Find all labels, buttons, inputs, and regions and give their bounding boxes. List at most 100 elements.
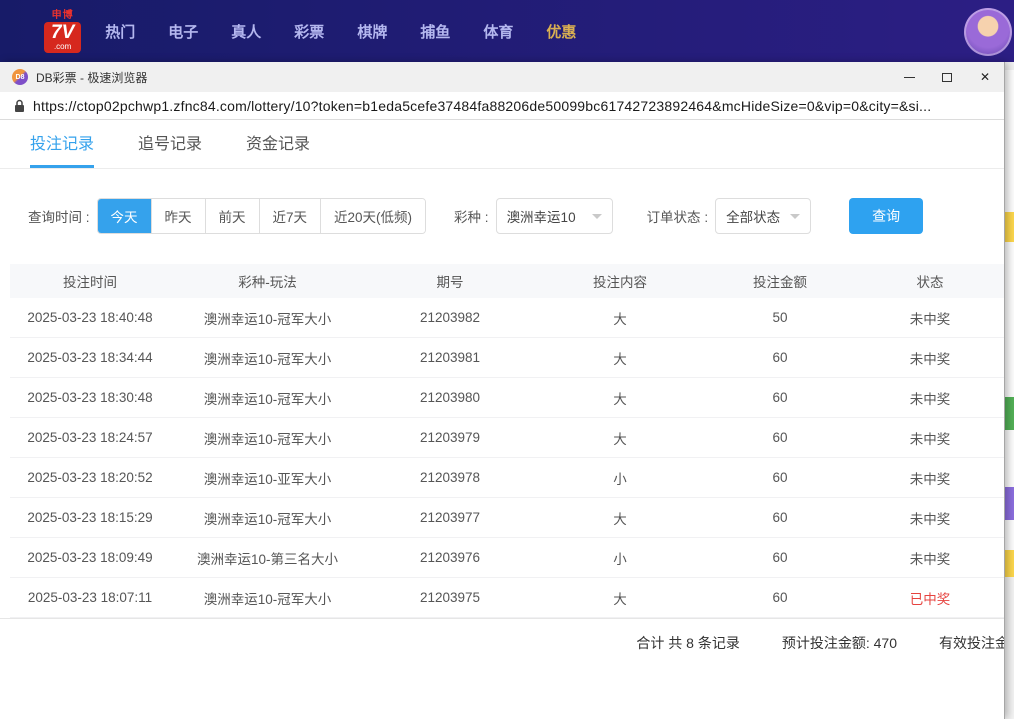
nav-item-2[interactable]: 真人 <box>231 21 261 42</box>
status-cell: 已中奖 <box>855 588 1005 608</box>
chevron-down-icon <box>592 214 602 219</box>
time-filter-option-0[interactable]: 今天 <box>98 199 151 233</box>
order-status-value: 全部状态 <box>726 206 780 226</box>
site-top-nav: 申博 7V .com 热门 电子 真人 彩票 棋牌 捕鱼 体育 优惠 <box>0 0 1014 62</box>
issue-cell: 21203981 <box>365 350 535 365</box>
bet-records-table: 投注时间彩种-玩法期号投注内容投注金额状态 2025-03-23 18:40:4… <box>10 264 1005 618</box>
lottery-filter-label: 彩种 : <box>454 206 489 226</box>
nav-item-3[interactable]: 彩票 <box>294 21 324 42</box>
table-row: 2025-03-23 18:30:48澳洲幸运10-冠军大小21203980大6… <box>10 378 1005 418</box>
content-cell: 大 <box>535 428 705 448</box>
site-favicon-icon: D8 <box>12 69 28 85</box>
status-cell: 未中奖 <box>855 508 1005 528</box>
time-cell: 2025-03-23 18:24:57 <box>10 430 170 445</box>
logo-sub-text: .com <box>51 42 74 51</box>
minimize-button[interactable] <box>890 62 928 92</box>
nav-item-5[interactable]: 捕鱼 <box>420 21 450 42</box>
issue-cell: 21203975 <box>365 590 535 605</box>
amount-cell: 60 <box>705 470 855 485</box>
tab-fund-records[interactable]: 资金记录 <box>246 120 310 168</box>
search-button[interactable]: 查询 <box>849 198 923 234</box>
table-header-row: 投注时间彩种-玩法期号投注内容投注金额状态 <box>10 264 1005 298</box>
lottery-records-page: 投注记录 追号记录 资金记录 查询时间 : 今天昨天前天近7天近20天(低频) … <box>0 120 1004 667</box>
status-cell: 未中奖 <box>855 548 1005 568</box>
content-cell: 小 <box>535 468 705 488</box>
record-tabs: 投注记录 追号记录 资金记录 <box>0 120 1004 169</box>
close-icon: ✕ <box>980 71 990 83</box>
maximize-icon <box>942 73 952 82</box>
lottery-select[interactable]: 澳洲幸运10 <box>496 198 613 234</box>
nav-item-1[interactable]: 电子 <box>168 21 198 42</box>
time-filter-option-2[interactable]: 前天 <box>205 199 259 233</box>
time-filter-label: 查询时间 : <box>28 206 90 226</box>
order-status-label: 订单状态 : <box>647 206 709 226</box>
nav-item-6[interactable]: 体育 <box>483 21 513 42</box>
column-header-2: 期号 <box>365 271 535 291</box>
window-title: DB彩票 - 极速浏览器 <box>36 69 147 86</box>
time-cell: 2025-03-23 18:30:48 <box>10 390 170 405</box>
valid-amount-text: 有效投注金额 <box>939 633 1005 653</box>
table-row: 2025-03-23 18:07:11澳洲幸运10-冠军大小21203975大6… <box>10 578 1005 618</box>
status-cell: 未中奖 <box>855 428 1005 448</box>
table-row: 2025-03-23 18:09:49澳洲幸运10-第三名大小21203976小… <box>10 538 1005 578</box>
nav-item-0[interactable]: 热门 <box>105 21 135 42</box>
issue-cell: 21203978 <box>365 470 535 485</box>
game-cell: 澳洲幸运10-冠军大小 <box>170 348 365 368</box>
time-filter-option-4[interactable]: 近20天(低频) <box>320 199 425 233</box>
game-cell: 澳洲幸运10-冠军大小 <box>170 388 365 408</box>
amount-cell: 60 <box>705 510 855 525</box>
maximize-button[interactable] <box>928 62 966 92</box>
time-cell: 2025-03-23 18:34:44 <box>10 350 170 365</box>
table-row: 2025-03-23 18:20:52澳洲幸运10-亚军大小21203978小6… <box>10 458 1005 498</box>
table-body: 2025-03-23 18:40:48澳洲幸运10-冠军大小21203982大5… <box>10 298 1005 618</box>
issue-cell: 21203980 <box>365 390 535 405</box>
browser-addressbar[interactable]: https://ctop02pchwp1.zfnc84.com/lottery/… <box>0 92 1004 120</box>
user-avatar[interactable] <box>964 8 1012 56</box>
status-cell: 未中奖 <box>855 468 1005 488</box>
amount-cell: 60 <box>705 550 855 565</box>
time-cell: 2025-03-23 18:20:52 <box>10 470 170 485</box>
time-cell: 2025-03-23 18:07:11 <box>10 590 170 605</box>
background-page-sliver <box>1005 62 1014 719</box>
minimize-icon <box>904 77 915 78</box>
close-button[interactable]: ✕ <box>966 62 1004 92</box>
content-cell: 小 <box>535 548 705 568</box>
game-cell: 澳洲幸运10-第三名大小 <box>170 548 365 568</box>
column-header-5: 状态 <box>855 271 1005 291</box>
lock-icon <box>14 99 25 113</box>
nav-item-4[interactable]: 棋牌 <box>357 21 387 42</box>
site-logo[interactable]: 申博 7V .com <box>44 10 81 53</box>
status-cell: 未中奖 <box>855 308 1005 328</box>
browser-window: D8 DB彩票 - 极速浏览器 ✕ https://ctop02pchwp1.z… <box>0 62 1005 719</box>
amount-cell: 60 <box>705 390 855 405</box>
screen: 申博 7V .com 热门 电子 真人 彩票 棋牌 捕鱼 体育 优惠 D8 DB彩票 - 极速… <box>0 0 1014 719</box>
game-cell: 澳洲幸运10-亚军大小 <box>170 468 365 488</box>
window-controls: ✕ <box>890 62 1004 92</box>
content-cell: 大 <box>535 388 705 408</box>
nav-item-7[interactable]: 优惠 <box>546 21 576 42</box>
order-status-select[interactable]: 全部状态 <box>715 198 811 234</box>
content-cell: 大 <box>535 508 705 528</box>
browser-titlebar[interactable]: D8 DB彩票 - 极速浏览器 ✕ <box>0 62 1004 92</box>
issue-cell: 21203979 <box>365 430 535 445</box>
amount-cell: 50 <box>705 310 855 325</box>
total-records-text: 合计 共 8 条记录 <box>636 633 739 653</box>
game-cell: 澳洲幸运10-冠军大小 <box>170 508 365 528</box>
lottery-select-value: 澳洲幸运10 <box>507 206 576 226</box>
time-filter-group: 今天昨天前天近7天近20天(低频) <box>97 198 427 234</box>
content-cell: 大 <box>535 308 705 328</box>
table-row: 2025-03-23 18:15:29澳洲幸运10-冠军大小21203977大6… <box>10 498 1005 538</box>
table-row: 2025-03-23 18:34:44澳洲幸运10-冠军大小21203981大6… <box>10 338 1005 378</box>
amount-cell: 60 <box>705 590 855 605</box>
time-filter-option-1[interactable]: 昨天 <box>151 199 205 233</box>
tab-chase-records[interactable]: 追号记录 <box>138 120 202 168</box>
time-cell: 2025-03-23 18:40:48 <box>10 310 170 325</box>
tab-bet-records[interactable]: 投注记录 <box>30 120 94 168</box>
game-cell: 澳洲幸运10-冠军大小 <box>170 308 365 328</box>
time-filter-option-3[interactable]: 近7天 <box>259 199 321 233</box>
logo-brand-text: 申博 <box>44 10 81 21</box>
amount-cell: 60 <box>705 350 855 365</box>
column-header-1: 彩种-玩法 <box>170 271 365 291</box>
time-cell: 2025-03-23 18:09:49 <box>10 550 170 565</box>
expected-amount-text: 预计投注金额: 470 <box>782 633 897 653</box>
